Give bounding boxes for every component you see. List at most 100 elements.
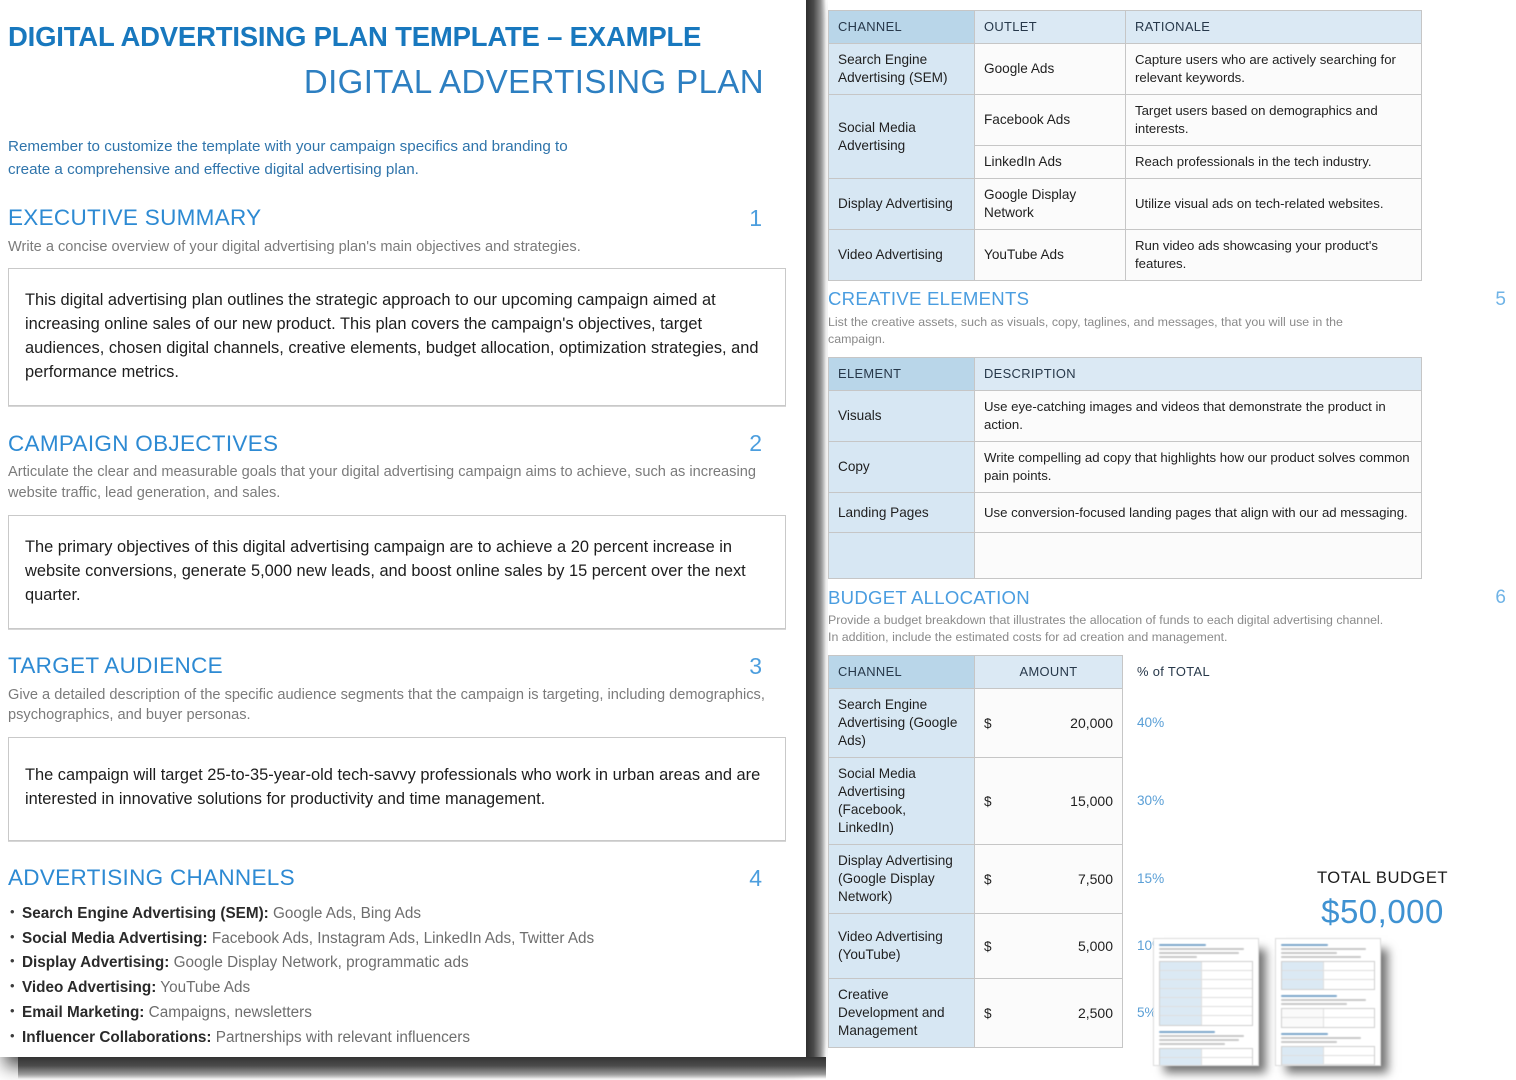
left-page-shadow-bottom [18, 1057, 826, 1079]
table-row: Search Engine Advertising (Google Ads) $2… [828, 688, 1269, 759]
column-header-amount: AMOUNT [974, 655, 1123, 690]
textbox-executive-summary[interactable]: This digital advertising plan outlines t… [8, 268, 786, 407]
table-cell-amount: $15,000 [974, 757, 1123, 846]
table-cell-amount: $7,500 [974, 844, 1123, 915]
table-row: Copy Write compelling ad copy that highli… [828, 441, 1422, 494]
document-subtitle: DIGITAL ADVERTISING PLAN [303, 63, 764, 101]
table-cell-amount: $5,000 [974, 913, 1123, 980]
section-title-advertising-channels: ADVERTISING CHANNELS [8, 865, 295, 891]
list-item-label: Influencer Collaborations: [22, 1028, 212, 1046]
table-cell-description: Write compelling ad copy that highlights… [974, 441, 1422, 494]
table-cell-element: Landing Pages [828, 492, 975, 534]
table-cell-rationale: Utilize visual ads on tech-related websi… [1125, 178, 1422, 230]
list-item-value: Google Display Network, programmatic ads [169, 954, 469, 972]
table-cell-rationale: Run video ads showcasing your product's … [1125, 229, 1422, 281]
table-cell-channel: Display Advertising [828, 178, 975, 230]
list-item-value: Campaigns, newsletters [144, 1003, 312, 1021]
section-title-creative-elements: CREATIVE ELEMENTS [828, 288, 1030, 310]
table-cell-budget-channel: Creative Development and Management [828, 978, 975, 1049]
section-description-target-audience: Give a detailed description of the speci… [8, 686, 765, 724]
column-header-budget-channel: CHANNEL [828, 655, 975, 690]
table-row: Search Engine Advertising (SEM) Google Ad… [828, 43, 1422, 95]
section-header-advertising-channels: ADVERTISING CHANNELS 4 [8, 865, 786, 891]
table-cell-element [828, 532, 975, 580]
table-cell-element: Visuals [828, 390, 975, 443]
list-item: Display Advertising: Google Display Netw… [8, 950, 786, 976]
table-cell-rationale: Target users based on demographics and i… [1125, 94, 1422, 146]
table-row: Visuals Use eye-catching images and video… [828, 390, 1422, 443]
textbox-executive-summary-body: This digital advertising plan outlines t… [25, 291, 759, 382]
left-page-shadow-right [806, 0, 826, 1057]
list-item-label: Email Marketing: [22, 1003, 145, 1021]
section-title-budget-allocation: BUDGET ALLOCATION [828, 586, 1030, 608]
column-header-element: ELEMENT [828, 357, 975, 392]
table-header-row: ELEMENT DESCRIPTION [828, 357, 1422, 392]
section-header-creative-elements: CREATIVE ELEMENTS 5 [828, 290, 1516, 309]
column-header-channel: CHANNEL [828, 10, 975, 44]
left-document-page: DIGITAL ADVERTISING PLAN TEMPLATE – EXAM… [0, 0, 806, 1057]
table-cell-percent-of-total: 40% [1137, 715, 1165, 731]
table-cell-channel: Search Engine Advertising (SEM) [828, 43, 975, 95]
table-row: Display Advertising Google Display Networ… [828, 178, 1422, 230]
right-document-page: CHANNEL OUTLET RATIONALE Search Engine A… [828, 0, 1516, 1080]
table-cell-description: Use conversion-focused landing pages tha… [974, 492, 1422, 534]
list-item-label: Display Advertising: [22, 954, 170, 972]
list-item-value: YouTube Ads [156, 979, 251, 997]
textbox-target-audience-body: The campaign will target 25-to-35-year-o… [25, 766, 761, 808]
table-cell-amount: $2,500 [974, 978, 1123, 1049]
column-header-rationale: RATIONALE [1125, 10, 1422, 44]
column-header-percent-of-total: % of TOTAL [1137, 664, 1210, 680]
list-item-value: Partnerships with relevant influencers [211, 1028, 471, 1046]
table-cell-rationale: Reach professionals in the tech industry… [1125, 145, 1422, 179]
section-header-executive-summary: EXECUTIVE SUMMARY 1 [8, 205, 786, 231]
section-description-campaign-objectives: Articulate the clear and measurable goal… [8, 464, 756, 501]
list-item: Email Marketing: Campaigns, newsletters [8, 1000, 786, 1026]
section-number-budget-allocation: 6 [1495, 587, 1506, 609]
table-cell-budget-channel: Search Engine Advertising (Google Ads) [828, 688, 975, 759]
column-header-outlet: OUTLET [974, 10, 1126, 44]
table-cell-budget-channel: Video Advertising (YouTube) [828, 913, 975, 980]
table-cell-description [974, 532, 1422, 580]
textbox-target-audience[interactable]: The campaign will target 25-to-35-year-o… [8, 737, 786, 841]
section-title-executive-summary: EXECUTIVE SUMMARY [8, 205, 262, 231]
textbox-campaign-objectives[interactable]: The primary objectives of this digital a… [8, 514, 786, 629]
table-cell-channel: Social Media Advertising [828, 94, 975, 179]
total-budget-block: TOTAL BUDGET $50,000 [1265, 868, 1500, 931]
list-item: Influencer Collaborations: Partnerships … [8, 1025, 786, 1051]
list-item: Search Engine Advertising (SEM): Google … [8, 901, 786, 927]
list-item-label: Video Advertising: [22, 979, 157, 997]
section-header-target-audience: TARGET AUDIENCE 3 [8, 652, 786, 679]
table-row: Landing Pages Use conversion-focused land… [828, 492, 1422, 534]
table-row: Social Media Advertising Facebook Ads Targ… [828, 94, 1422, 179]
table-cell-outlet: Google Ads [974, 43, 1126, 95]
section-title-campaign-objectives: CAMPAIGN OBJECTIVES [8, 430, 279, 456]
intro-note: Remember to customize the template with … [8, 137, 568, 178]
table-cell-amount: $20,000 [974, 688, 1123, 759]
table-cell-rationale: Capture users who are actively searching… [1125, 43, 1422, 95]
list-item-value: Facebook Ads, Instagram Ads, LinkedIn Ad… [207, 929, 595, 947]
table-row: Social Media Advertising (Facebook, Link… [828, 757, 1269, 846]
section-description-creative-elements: List the creative assets, such as visual… [828, 315, 1343, 347]
list-item: Video Advertising: YouTube Ads [8, 975, 786, 1001]
section-description-budget-allocation: Provide a budget breakdown that illustra… [828, 613, 1384, 645]
section-header-budget-allocation: BUDGET ALLOCATION 6 [828, 588, 1516, 607]
section-header-campaign-objectives: CAMPAIGN OBJECTIVES 2 [8, 432, 786, 455]
total-budget-label: TOTAL BUDGET [1316, 868, 1449, 887]
list-item-label: Search Engine Advertising (SEM): [22, 904, 269, 922]
page-thumbnail-preview-2[interactable] [1275, 938, 1381, 1066]
page-preview-thumbnails [1153, 938, 1381, 1066]
section-number-target-audience: 3 [749, 652, 762, 679]
table-cell-outlet: YouTube Ads [974, 229, 1126, 281]
textbox-campaign-objectives-body: The primary objectives of this digital a… [25, 537, 746, 604]
list-item-label: Social Media Advertising: [22, 929, 208, 947]
page-thumbnail-preview-1[interactable] [1153, 938, 1259, 1066]
table-row: Display Advertising (Google Display Netw… [828, 844, 1269, 915]
channel-table: CHANNEL OUTLET RATIONALE Search Engine A… [828, 10, 1422, 281]
list-item-value: Google Ads, Bing Ads [268, 904, 422, 922]
section-number-campaign-objectives: 2 [749, 430, 762, 457]
table-cell-budget-channel: Display Advertising (Google Display Netw… [828, 844, 975, 915]
table-cell-percent-of-total: 30% [1137, 793, 1165, 809]
table-cell-element: Copy [828, 441, 975, 494]
advertising-channels-list: Search Engine Advertising (SEM): Google … [8, 901, 786, 1051]
table-cell-outlet: LinkedIn Ads [974, 145, 1126, 179]
